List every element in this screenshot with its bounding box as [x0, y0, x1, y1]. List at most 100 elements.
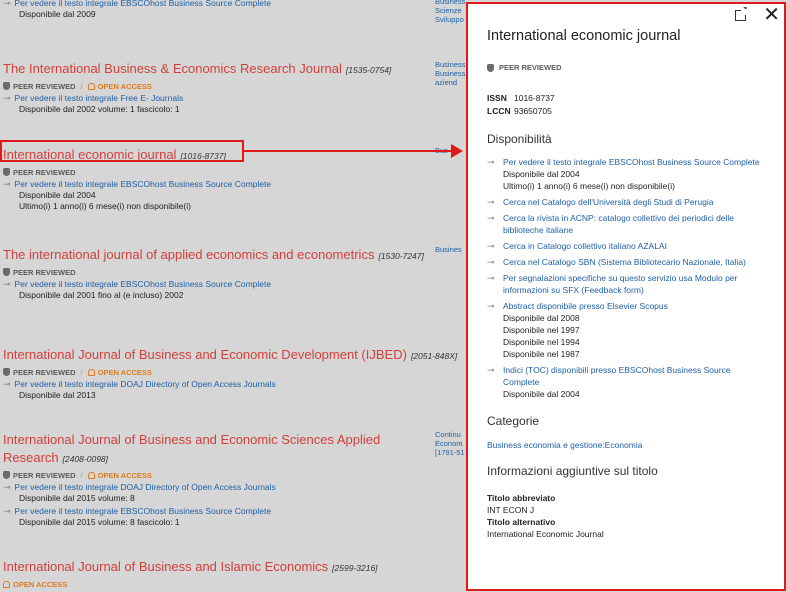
- issn-label: ISSN: [487, 93, 507, 103]
- peer-reviewed-icon: [3, 268, 10, 276]
- result-badges: OPEN ACCESS: [3, 579, 463, 589]
- availability-note: Disponibile nel 1987: [503, 349, 580, 359]
- availability-heading: Disponibilità: [487, 132, 552, 146]
- link-icon: ⊸: [3, 379, 11, 389]
- abbrev-label: Titolo abbreviato: [487, 493, 556, 503]
- result-issn: [1535-0754]: [345, 65, 392, 75]
- open-access-label: OPEN ACCESS: [97, 81, 152, 91]
- availability-body: Per vedere il testo integrale EBSCOhost …: [503, 156, 760, 192]
- peer-reviewed-icon: [3, 82, 10, 90]
- fulltext-link[interactable]: ⊸ Per vedere il testo integrale EBSCOhost…: [3, 506, 463, 517]
- alt-label: Titolo alternativo: [487, 517, 556, 527]
- availability-item: ⊸ Cerca nel Catalogo dell'Università degl…: [487, 196, 766, 208]
- result-issn: [1530-7247]: [378, 251, 424, 261]
- availability-item: ⊸ Cerca la rivista in ACNP: catalogo coll…: [487, 212, 766, 236]
- availability-link[interactable]: Abstract disponibile presso Elsevier Sco…: [503, 300, 668, 312]
- title-info: Titolo abbreviato INT ECON J Titolo alte…: [487, 492, 766, 540]
- link-icon: ⊸: [3, 179, 11, 189]
- result-entry: The international journal of applied eco…: [3, 246, 463, 301]
- link-icon: ⊸: [487, 241, 495, 251]
- fulltext-link[interactable]: ⊸ Per vedere il testo integrale Free E- J…: [3, 93, 463, 104]
- result-title-row: The International Business & Economics R…: [3, 60, 463, 78]
- result-title-link[interactable]: International Journal of Business and Ec…: [3, 432, 380, 465]
- link-icon: ⊸: [487, 301, 495, 311]
- peer-reviewed-label: PEER REVIEWED: [13, 267, 76, 277]
- link-icon: ⊸: [3, 0, 11, 8]
- open-access-icon: [87, 369, 95, 376]
- info-heading: Informazioni aggiuntive sul titolo: [487, 464, 658, 478]
- badge-separator: /: [80, 470, 83, 480]
- availability-note: Disponibile dal 2009: [19, 9, 96, 19]
- results-list: ⊸ Per vedere il testo integrale EBSCOhost…: [0, 0, 470, 592]
- result-title-link[interactable]: International Journal of Business and Is…: [3, 559, 328, 574]
- category-link[interactable]: Business economia e gestione:Economia: [487, 440, 766, 450]
- fulltext-link[interactable]: ⊸ Per vedere il testo integrale DOAJ Dire…: [3, 379, 463, 390]
- callout-arrow-head: [451, 144, 463, 158]
- link-icon: ⊸: [3, 482, 11, 492]
- fulltext-link-label: Per vedere il testo integrale EBSCOhost …: [14, 279, 272, 289]
- availability-note: Disponibile nel 1997: [503, 325, 580, 335]
- link-icon: ⊸: [487, 213, 495, 223]
- result-issn: [2051-848X]: [410, 351, 458, 361]
- open-external-icon[interactable]: [735, 5, 748, 21]
- availability-note: Disponibile dal 2008: [503, 313, 580, 323]
- fulltext-link[interactable]: ⊸ Per vedere il testo integrale EBSCOhost…: [3, 0, 463, 9]
- result-badges: PEER REVIEWED: [3, 167, 463, 177]
- peer-reviewed-icon: [3, 168, 10, 176]
- fulltext-link-label: Per vedere il testo integrale DOAJ Direc…: [14, 482, 276, 492]
- availability-link[interactable]: Per vedere il testo integrale EBSCOhost …: [503, 156, 760, 168]
- open-access-label: OPEN ACCESS: [13, 579, 68, 589]
- availability-item: ⊸ Cerca in Catalogo collettivo italiano A…: [487, 240, 766, 252]
- fulltext-link[interactable]: ⊸ Per vedere il testo integrale EBSCOhost…: [3, 179, 463, 190]
- availability-link[interactable]: Per segnalazioni specifiche su questo se…: [503, 272, 766, 296]
- categories-heading: Categorie: [487, 414, 540, 428]
- fulltext-link-label: Per vedere il testo integrale DOAJ Direc…: [14, 379, 276, 389]
- result-badges: PEER REVIEWED / OPEN ACCESS: [3, 470, 463, 480]
- peer-reviewed-icon: [487, 63, 494, 72]
- panel-title: International economic journal: [487, 28, 681, 44]
- result-title-row: International Journal of Business and Is…: [3, 558, 463, 576]
- open-access-label: OPEN ACCESS: [97, 470, 152, 480]
- availability-link[interactable]: Cerca nel Catalogo SBN (Sistema Bibliote…: [503, 256, 746, 268]
- peer-reviewed-icon: [3, 471, 10, 479]
- availability-note: Disponibile nel 1994: [503, 337, 580, 347]
- lccn-value: 93650705: [514, 106, 552, 116]
- peer-reviewed-label: PEER REVIEWED: [13, 367, 76, 377]
- lccn-label: LCCN: [487, 106, 511, 116]
- fulltext-link-label: Per vedere il testo integrale Free E- Jo…: [14, 93, 184, 103]
- identifiers: ISSN 1016-8737 LCCN 93650705: [487, 92, 766, 118]
- availability-note: Disponibile dal 2015 volume: 8 fascicolo…: [19, 517, 180, 527]
- fulltext-link[interactable]: ⊸ Per vedere il testo integrale EBSCOhost…: [3, 279, 463, 290]
- result-entry: International Journal of Business and Is…: [3, 558, 463, 589]
- availability-link[interactable]: Cerca la rivista in ACNP: catalogo colle…: [503, 212, 766, 236]
- result-issn: [2599-3216]: [332, 563, 378, 573]
- peer-reviewed-label: PEER REVIEWED: [13, 470, 76, 480]
- result-title-link[interactable]: International Journal of Business and Ec…: [3, 347, 407, 362]
- availability-item: ⊸ Indici (TOC) disponibili presso EBSCOho…: [487, 364, 766, 400]
- detail-panel: ✕ International economic journal PEER RE…: [466, 2, 786, 591]
- result-title-link[interactable]: The international journal of applied eco…: [3, 247, 374, 262]
- availability-note: Disponibile dal 2004: [19, 190, 96, 200]
- peer-reviewed-label: PEER REVIEWED: [13, 81, 76, 91]
- result-title-link[interactable]: The International Business & Economics R…: [3, 61, 342, 76]
- link-icon: ⊸: [3, 506, 11, 516]
- availability-link[interactable]: Cerca nel Catalogo dell'Università degli…: [503, 196, 713, 208]
- availability-note: Disponibile dal 2004: [503, 389, 580, 399]
- callout-arrow-line: [244, 150, 452, 152]
- availability-body: Cerca nel Catalogo SBN (Sistema Bibliote…: [503, 256, 746, 268]
- availability-item: ⊸ Cerca nel Catalogo SBN (Sistema Bibliot…: [487, 256, 766, 268]
- availability-item: ⊸ Abstract disponibile presso Elsevier Sc…: [487, 300, 766, 360]
- availability-note: Disponibile dal 2013: [19, 390, 96, 400]
- availability-item: ⊸ Per segnalazioni specifiche su questo s…: [487, 272, 766, 296]
- availability-link[interactable]: Indici (TOC) disponibili presso EBSCOhos…: [503, 364, 766, 388]
- availability-link[interactable]: Cerca in Catalogo collettivo italiano AZ…: [503, 240, 667, 252]
- peer-reviewed-icon: [3, 368, 10, 376]
- fulltext-link-label: Per vedere il testo integrale EBSCOhost …: [14, 0, 272, 8]
- availability-body: Abstract disponibile presso Elsevier Sco…: [503, 300, 668, 360]
- result-entry: International Journal of Business and Ec…: [3, 431, 463, 528]
- fulltext-link[interactable]: ⊸ Per vedere il testo integrale DOAJ Dire…: [3, 482, 463, 493]
- badge-separator: /: [80, 367, 83, 377]
- result-entry: ⊸ Per vedere il testo integrale EBSCOhost…: [3, 0, 463, 20]
- link-icon: ⊸: [487, 197, 495, 207]
- close-icon[interactable]: ✕: [763, 4, 780, 26]
